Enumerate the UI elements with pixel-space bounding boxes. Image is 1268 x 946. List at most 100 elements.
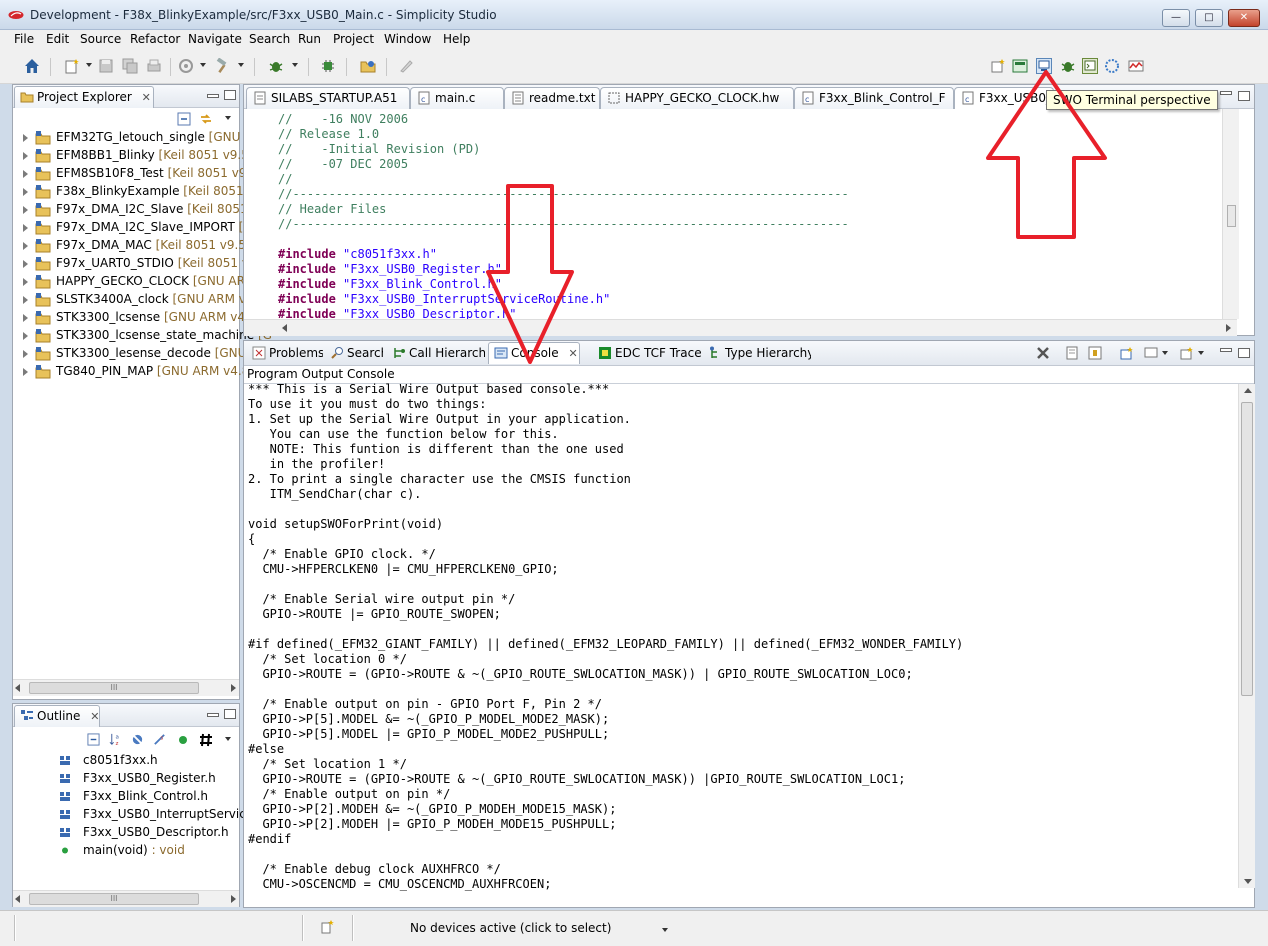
new-console-menu-icon[interactable] [1198,351,1204,355]
editor-hscroll[interactable] [244,319,1237,336]
tab-blink-control[interactable]: c F3xx_Blink_Control_F [794,87,954,109]
tab-usb0-main-active[interactable]: c F3xx_USB0_M [954,87,1054,109]
menu-source[interactable]: Source [80,32,121,46]
close-tab-icon[interactable]: ✕ [90,710,99,723]
menu-run[interactable]: Run [298,32,321,46]
tab-edc-tcf-trace[interactable]: EDC TCF Trace [592,342,702,364]
tab-outline[interactable]: Outline ✕ [14,705,100,727]
minimize-view-icon[interactable] [207,713,219,717]
display-console-icon[interactable] [1144,346,1158,360]
maximize-view-icon[interactable] [224,709,236,719]
terminate-icon[interactable] [1036,346,1050,360]
expand-arrow-icon[interactable] [23,242,28,250]
minimize-view-icon[interactable] [1220,348,1232,352]
link-with-editor-icon[interactable] [199,112,213,126]
menu-project[interactable]: Project [333,32,374,46]
expand-arrow-icon[interactable] [23,170,28,178]
vscroll-thumb[interactable] [1241,402,1253,696]
expand-arrow-icon[interactable] [23,224,28,232]
code-editor[interactable]: // -16 NOV 2006// Release 1.0// -Initial… [278,112,849,322]
minimize-view-icon[interactable] [207,94,219,98]
expand-arrow-icon[interactable] [23,296,28,304]
hash-defines-icon[interactable] [199,733,213,747]
swo-terminal-perspective-icon[interactable] [1036,58,1052,74]
vscroll-thumb[interactable] [1227,205,1236,227]
console-output[interactable]: *** This is a Serial Wire Output based c… [248,382,963,892]
hide-non-public-icon[interactable] [177,734,189,746]
save-all-icon[interactable] [122,58,138,74]
open-perspective-icon[interactable] [990,58,1006,74]
expand-arrow-icon[interactable] [23,368,28,376]
hide-static-icon[interactable]: s [153,733,166,746]
device-chip-icon[interactable] [320,58,336,74]
tab-main-c[interactable]: c main.c [410,87,504,109]
project-explorer-hscroll[interactable]: III [13,679,239,696]
devices-status[interactable]: No devices active (click to select) [410,921,611,935]
pen-disabled-icon[interactable] [398,58,414,74]
menu-search[interactable]: Search [249,32,290,46]
view-menu-icon[interactable] [225,116,231,120]
hscroll-thumb[interactable]: III [29,682,199,694]
development-perspective-icon[interactable] [1082,58,1098,74]
clear-console-icon[interactable] [1066,346,1080,360]
outline-hscroll[interactable]: III [13,890,239,907]
open-console-new-icon[interactable] [1120,346,1134,360]
tab-console-active[interactable]: Console ✕ [488,342,580,364]
expand-arrow-icon[interactable] [23,134,28,142]
maximize-button[interactable]: □ [1195,9,1223,27]
expand-arrow-icon[interactable] [23,278,28,286]
devices-dropdown-icon[interactable] [662,928,668,932]
open-folder-icon[interactable] [360,58,376,74]
display-console-menu-icon[interactable] [1162,351,1168,355]
expand-arrow-icon[interactable] [23,314,28,322]
tab-silabs-startup[interactable]: SILABS_STARTUP.A51 [246,87,410,109]
close-window-button[interactable]: ✕ [1228,9,1260,27]
debug-bug-icon[interactable] [268,58,284,74]
home-icon[interactable] [24,58,40,74]
energy-profiler-perspective-icon[interactable] [1128,58,1144,74]
maximize-view-icon[interactable] [1238,348,1250,358]
console-vscroll[interactable] [1238,384,1255,888]
tab-problems[interactable]: Problems [246,342,324,364]
maximize-view-icon[interactable] [224,90,236,100]
expand-arrow-icon[interactable] [23,332,28,340]
expand-arrow-icon[interactable] [23,206,28,214]
minimize-editor-icon[interactable] [1220,91,1232,95]
close-tab-icon[interactable]: ✕ [568,347,577,360]
tab-search[interactable]: Search [324,342,384,364]
menu-window[interactable]: Window [384,32,431,46]
close-tab-icon[interactable]: ✕ [142,91,151,104]
collapse-all-icon[interactable] [87,733,100,746]
tab-type-hierarchy[interactable]: Type Hierarchy [702,342,812,364]
launcher-perspective-icon[interactable] [1012,58,1028,74]
save-icon[interactable] [98,58,114,74]
sort-az-icon[interactable]: az [109,733,122,746]
new-file-icon[interactable] [64,58,80,74]
view-menu-icon[interactable] [225,737,231,741]
maximize-editor-icon[interactable] [1238,91,1250,101]
expand-arrow-icon[interactable] [23,350,28,358]
hammer-build-icon[interactable] [214,58,230,74]
new-connection-icon[interactable] [320,919,336,935]
menu-file[interactable]: File [14,32,34,46]
menu-navigate[interactable]: Navigate [188,32,242,46]
expand-arrow-icon[interactable] [23,152,28,160]
expand-arrow-icon[interactable] [23,188,28,196]
build-settings-icon[interactable] [178,58,194,74]
tab-call-hierarchy[interactable]: Call Hierarchy [386,342,486,364]
print-icon[interactable] [146,58,162,74]
collapse-all-icon[interactable] [177,112,191,126]
scroll-lock-icon[interactable] [1088,346,1102,360]
menu-edit[interactable]: Edit [46,32,69,46]
tab-readme[interactable]: readme.txt [504,87,600,109]
tab-happy-gecko-clock[interactable]: HAPPY_GECKO_CLOCK.hw [600,87,794,109]
expand-arrow-icon[interactable] [23,260,28,268]
hscroll-thumb[interactable]: III [29,893,199,905]
hide-fields-icon[interactable] [131,733,144,746]
new-console-icon[interactable] [1180,346,1194,360]
tab-project-explorer[interactable]: Project Explorer ✕ [14,86,154,108]
editor-vscroll[interactable] [1222,109,1239,319]
debug-perspective-icon[interactable] [1060,58,1076,74]
minimize-button[interactable]: — [1162,9,1190,27]
menu-help[interactable]: Help [443,32,470,46]
